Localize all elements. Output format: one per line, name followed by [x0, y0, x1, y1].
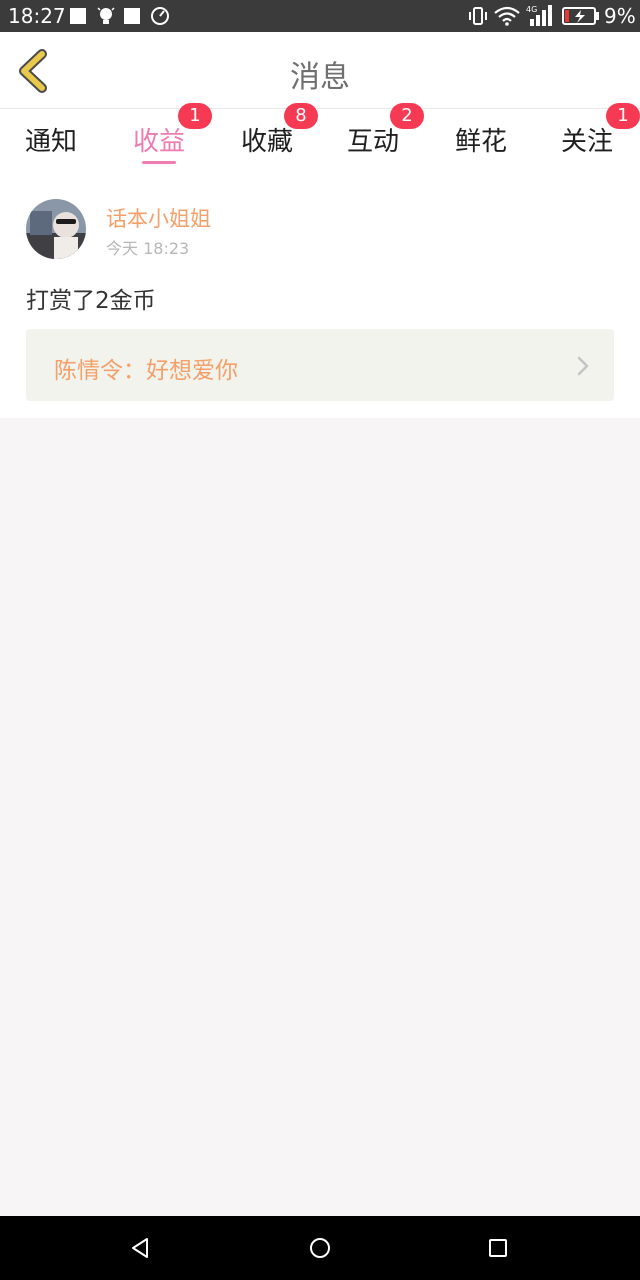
notification-square-icon — [70, 8, 86, 24]
nav-recents-icon[interactable] — [486, 1236, 510, 1260]
tab-label: 鲜花 — [454, 127, 507, 157]
quoted-work-title: 陈情令：好想爱你 — [54, 358, 238, 384]
unread-badge: 2 — [390, 103, 424, 129]
battery-percent: 9% — [604, 4, 636, 28]
cellular-signal-icon: 4G — [526, 5, 552, 26]
tab-notifications[interactable]: 通知 — [0, 109, 106, 175]
page-title: 消息 — [290, 60, 350, 95]
wifi-icon — [494, 6, 520, 26]
quoted-work-link[interactable]: 陈情令：好想爱你 — [26, 329, 614, 401]
vibrate-icon — [469, 7, 487, 25]
status-time: 18:27 — [8, 4, 66, 28]
tab-label: 通知 — [24, 127, 77, 157]
tab-following[interactable]: 关注 1 — [532, 103, 640, 175]
unread-badge: 1 — [178, 103, 212, 129]
active-tab-indicator — [142, 161, 176, 164]
tab-flowers[interactable]: 鲜花 — [426, 109, 536, 175]
message-text: 打赏了2金币 — [26, 288, 156, 314]
nav-home-icon[interactable] — [308, 1236, 332, 1260]
tab-earnings[interactable]: 收益 1 — [104, 103, 214, 175]
chevron-right-icon — [577, 356, 589, 376]
battery-charging-icon — [562, 7, 599, 25]
system-navigation-bar — [0, 1216, 640, 1280]
network-type: 4G — [526, 5, 537, 14]
tab-favorites[interactable]: 收藏 8 — [212, 103, 322, 175]
status-bar: 18:27 4G 9% — [0, 0, 640, 32]
category-tabs: 通知 收益 1 收藏 8 互动 2 鲜花 关注 1 — [0, 103, 640, 175]
nav-back-icon[interactable] — [128, 1236, 152, 1260]
speedometer-icon — [151, 7, 169, 25]
notification-square-icon — [124, 8, 140, 24]
lightbulb-icon — [97, 7, 115, 24]
avatar[interactable] — [26, 199, 86, 259]
message-card: 话本小姐姐 今天 18:23 打赏了2金币 陈情令：好想爱你 — [0, 175, 640, 418]
username[interactable]: 话本小姐姐 — [106, 203, 211, 233]
message-timestamp: 今天 18:23 — [106, 239, 190, 258]
unread-badge: 8 — [284, 103, 318, 129]
tab-interactions[interactable]: 互动 2 — [318, 103, 428, 175]
unread-badge: 1 — [606, 103, 640, 129]
app-header: 消息 — [0, 32, 640, 109]
